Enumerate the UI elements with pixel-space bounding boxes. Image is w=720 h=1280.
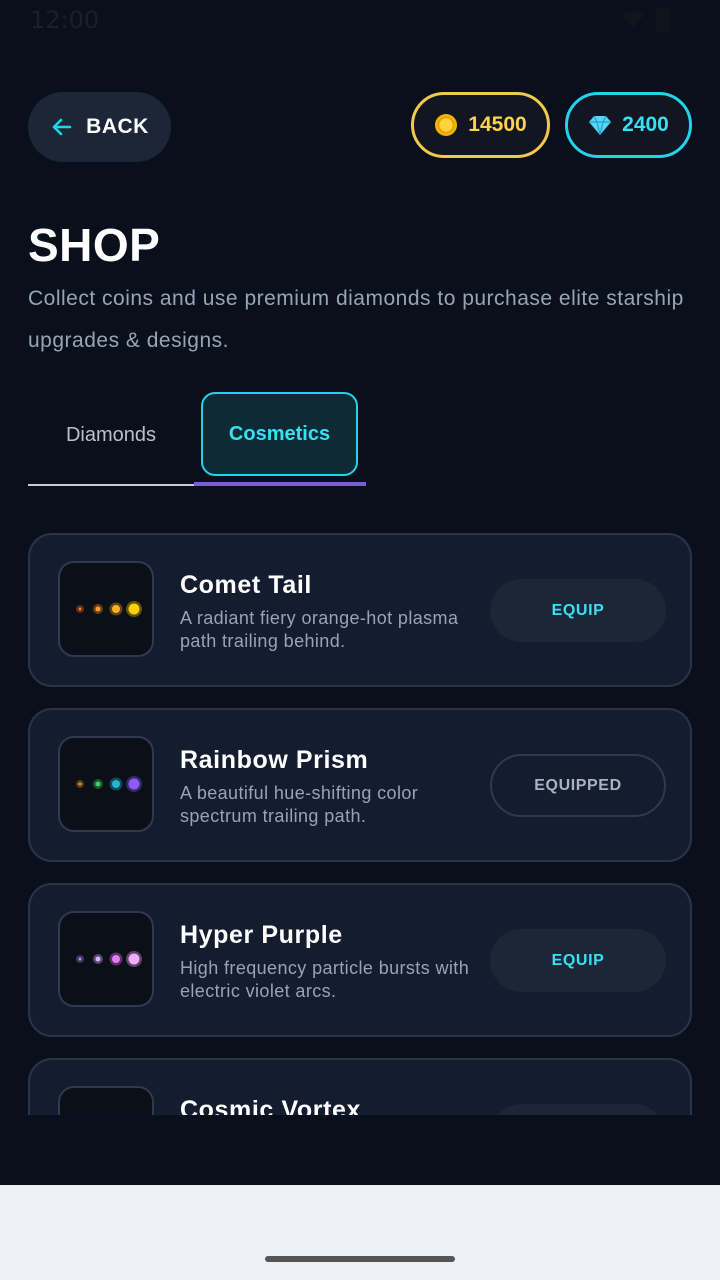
home-indicator[interactable] xyxy=(265,1256,455,1262)
item-description: A beautiful hue-shifting color spectrum … xyxy=(180,783,419,826)
trail-dot xyxy=(112,605,120,613)
trail-dot xyxy=(95,606,101,612)
page-title: SHOP xyxy=(28,219,161,271)
status-bar: 12:00 xyxy=(0,0,720,40)
equipped-button[interactable]: EQUIPPED xyxy=(490,754,666,817)
cosmic-vortex-icon xyxy=(58,1086,154,1115)
trail-dot xyxy=(78,782,82,786)
list-item-hyper-purple: Hyper Purple High frequency particle bur… xyxy=(28,883,692,1037)
back-button[interactable]: BACK xyxy=(28,92,171,162)
comet-tail-icon xyxy=(58,561,154,657)
trail-dot xyxy=(78,607,82,611)
item-name: Hyper Purple xyxy=(180,921,343,949)
list-item-comet-tail: Comet Tail A radiant fiery orange-hot pl… xyxy=(28,533,692,687)
trail-dot xyxy=(128,778,140,790)
trail-dot xyxy=(78,957,82,961)
list-item-rainbow-prism: Rainbow Prism A beautiful hue-shifting c… xyxy=(28,708,692,862)
equip-button[interactable] xyxy=(490,1104,666,1115)
back-label: BACK xyxy=(86,115,149,138)
hyper-purple-icon xyxy=(58,911,154,1007)
trail-dot xyxy=(128,953,140,965)
diamond-balance[interactable]: 2400 xyxy=(565,92,692,158)
trail-dot xyxy=(128,603,140,615)
coin-balance[interactable]: 14500 xyxy=(411,92,550,158)
diamond-count: 2400 xyxy=(622,113,669,136)
trail-dot xyxy=(95,781,101,787)
item-name: Cosmic Vortex xyxy=(180,1096,362,1115)
arrow-left-icon xyxy=(52,118,72,136)
trail-dot xyxy=(95,956,101,962)
page-subtitle: Collect coins and use premium diamonds t… xyxy=(28,287,684,352)
tab-active-indicator xyxy=(194,482,366,486)
diamond-icon xyxy=(589,115,612,136)
rainbow-prism-icon xyxy=(58,736,154,832)
trail-dot xyxy=(112,955,120,963)
item-description: High frequency particle bursts with elec… xyxy=(180,958,470,1001)
wifi-icon xyxy=(622,11,644,27)
item-name: Rainbow Prism xyxy=(180,746,369,774)
list-item-cosmic-vortex: Cosmic Vortex xyxy=(28,1058,692,1115)
equip-button[interactable]: EQUIP xyxy=(490,929,666,992)
cosmetics-list[interactable]: Comet Tail A radiant fiery orange-hot pl… xyxy=(0,520,720,1115)
trail-dot xyxy=(112,780,120,788)
tab-underline xyxy=(28,484,194,486)
item-description: A radiant fiery orange-hot plasma path t… xyxy=(180,608,459,651)
battery-icon xyxy=(656,8,670,32)
status-time: 12:00 xyxy=(30,6,100,34)
coin-count: 14500 xyxy=(468,113,527,136)
navigation-bar xyxy=(0,1185,720,1280)
coin-icon xyxy=(435,114,458,136)
tab-cosmetics[interactable]: Cosmetics xyxy=(201,392,358,476)
tab-diamonds[interactable]: Diamonds xyxy=(28,405,194,465)
equip-button[interactable]: EQUIP xyxy=(490,579,666,642)
item-name: Comet Tail xyxy=(180,571,312,599)
